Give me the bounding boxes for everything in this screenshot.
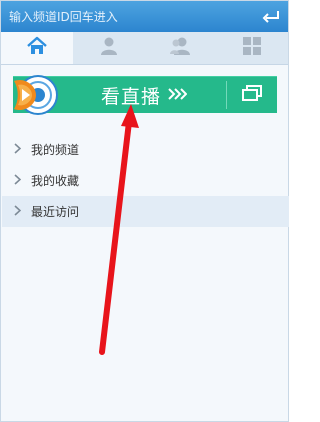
list-item-recent[interactable]: 最近访问 bbox=[2, 196, 289, 227]
watch-live-label: 看直播 bbox=[100, 85, 161, 108]
chevron-right-icon bbox=[14, 142, 22, 157]
tab-home[interactable] bbox=[1, 32, 73, 64]
tab-bar bbox=[1, 32, 288, 65]
double-chevron-right-icon bbox=[167, 86, 188, 105]
tab-friends[interactable] bbox=[145, 32, 217, 64]
enter-return-icon[interactable] bbox=[260, 8, 282, 25]
popout-window-button[interactable] bbox=[227, 77, 277, 113]
list-item-label: 我的收藏 bbox=[31, 174, 80, 188]
search-bar bbox=[1, 1, 288, 32]
app-window: 看直播 bbox=[0, 0, 289, 422]
tab-apps[interactable] bbox=[216, 32, 288, 64]
users-icon bbox=[169, 36, 191, 60]
home-icon bbox=[26, 36, 48, 60]
chevron-right-icon bbox=[14, 173, 22, 188]
grid-icon bbox=[243, 37, 262, 59]
list-item-label: 最近访问 bbox=[31, 205, 80, 219]
app-logo-icon bbox=[10, 71, 62, 119]
popout-window-icon bbox=[241, 85, 263, 105]
user-icon bbox=[99, 36, 119, 60]
tab-profile[interactable] bbox=[73, 32, 145, 64]
list-item-my-favorites[interactable]: 我的收藏 bbox=[2, 165, 289, 196]
list-item-my-channels[interactable]: 我的频道 bbox=[2, 134, 289, 165]
nav-list: 我的频道 我的收藏 最近访问 bbox=[2, 134, 289, 227]
list-item-label: 我的频道 bbox=[31, 143, 80, 157]
chevron-right-icon bbox=[14, 204, 22, 219]
channel-id-input[interactable] bbox=[3, 3, 241, 30]
